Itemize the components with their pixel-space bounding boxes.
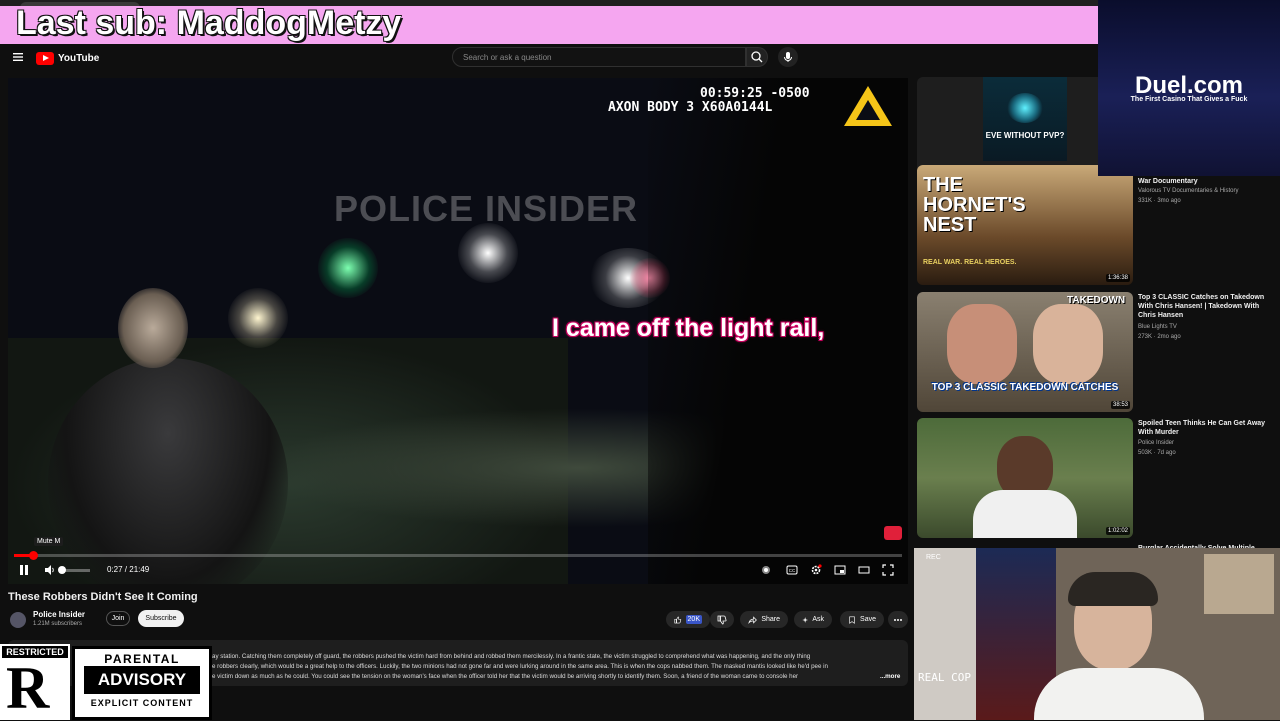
dislike-button[interactable] bbox=[710, 611, 734, 628]
youtube-logo[interactable]: YouTube bbox=[36, 51, 99, 65]
video-caption: I came off the light rail, bbox=[552, 314, 825, 342]
share-label: Share bbox=[761, 616, 780, 623]
join-button[interactable]: Join bbox=[106, 611, 130, 626]
bodycam-device-id: AXON BODY 3 X60A0144L bbox=[608, 100, 773, 115]
search-icon bbox=[751, 51, 763, 63]
webcam-rec-label: REC bbox=[926, 554, 941, 561]
rec-thumbnail-2[interactable]: TAKEDOWN TOP 3 CLASSIC TAKEDOWN CATCHES … bbox=[917, 292, 1133, 412]
rec-thumb-sub-1: REAL WAR. REAL HEROES. bbox=[923, 259, 1017, 266]
miniplayer-icon[interactable] bbox=[834, 564, 846, 576]
ask-label: Ask bbox=[812, 616, 824, 623]
progress-scrubber[interactable] bbox=[29, 551, 38, 560]
rec-title-2[interactable]: Top 3 CLASSIC Catches on Takedown With C… bbox=[1138, 293, 1273, 320]
video-title: These Robbers Didn't See It Coming bbox=[8, 591, 198, 603]
sparkle-icon bbox=[802, 616, 809, 623]
voice-search-button[interactable] bbox=[778, 47, 798, 67]
rec-thumb-title-2: TOP 3 CLASSIC TAKEDOWN CATCHES bbox=[931, 382, 1119, 393]
pause-icon[interactable] bbox=[18, 564, 30, 576]
youtube-logo-text: YouTube bbox=[58, 52, 100, 64]
volume-slider-handle[interactable] bbox=[58, 566, 66, 574]
theater-mode-icon[interactable] bbox=[858, 564, 870, 576]
rec-meta-1: 331K · 3mo ago bbox=[1138, 198, 1181, 204]
rec-channel-2[interactable]: Blue Lights TV bbox=[1138, 323, 1273, 331]
description-line: ay station. Catching them completely off… bbox=[212, 653, 811, 660]
rec-title-3[interactable]: Spoiled Teen Thinks He Can Get Away With… bbox=[1138, 419, 1273, 437]
bodycam-timestamp: 00:59:25 -0500 bbox=[700, 86, 810, 101]
more-horizontal-icon bbox=[894, 618, 902, 621]
channel-name[interactable]: Police Insider bbox=[33, 610, 85, 619]
channel-avatar[interactable] bbox=[10, 612, 26, 628]
description-line: e robbers clearly, which would be a grea… bbox=[212, 663, 828, 670]
svg-text:CC: CC bbox=[789, 568, 796, 573]
channel-watermark-icon[interactable] bbox=[884, 526, 902, 540]
rec-channel-1[interactable]: Valorous TV Documentaries & History bbox=[1138, 187, 1273, 195]
rec-thumbnail-1[interactable]: THE HORNET'S NEST REAL WAR. REAL HEROES.… bbox=[917, 165, 1133, 285]
hamburger-menu-icon[interactable] bbox=[12, 51, 24, 63]
like-button[interactable]: 20K bbox=[666, 611, 710, 628]
progress-bar[interactable] bbox=[14, 554, 902, 557]
subscribe-button[interactable]: Subscribe bbox=[138, 610, 184, 627]
video-duration: 1:02:02 bbox=[1105, 527, 1130, 535]
video-duration: 38:53 bbox=[1110, 401, 1130, 409]
description-line: e victim down as much as he could. You c… bbox=[212, 673, 799, 680]
advisory-bottom-text: EXPLICIT CONTENT bbox=[90, 698, 194, 708]
time-display: 0:27 / 21:49 bbox=[107, 565, 150, 574]
search-input[interactable]: Search or ask a question bbox=[452, 47, 746, 67]
axon-logo-icon bbox=[844, 86, 892, 126]
ask-button[interactable]: Ask bbox=[794, 611, 832, 628]
youtube-play-icon bbox=[36, 51, 54, 65]
channel-subscriber-count: 1.21M subscribers bbox=[33, 621, 83, 627]
advisory-top-text: PARENTAL bbox=[104, 652, 180, 666]
thumbs-down-icon bbox=[717, 615, 727, 624]
save-button[interactable]: Save bbox=[840, 611, 884, 628]
save-label: Save bbox=[860, 616, 876, 623]
video-watermark: POLICE INSIDER bbox=[334, 188, 639, 229]
advisory-mid-text: ADVISORY bbox=[84, 666, 200, 694]
promo-thumb-text: EVE WITHOUT PVP? bbox=[985, 131, 1065, 140]
volume-icon[interactable] bbox=[44, 564, 56, 576]
thumbs-up-icon bbox=[674, 616, 682, 623]
share-button[interactable]: Share bbox=[740, 611, 788, 628]
rating-r-letter: R bbox=[6, 655, 50, 721]
description-more-link[interactable]: ...more bbox=[880, 673, 900, 680]
like-count: 20K bbox=[685, 615, 702, 624]
share-arrow-icon bbox=[748, 615, 757, 624]
search-button[interactable] bbox=[746, 47, 768, 67]
settings-gear-icon[interactable] bbox=[810, 564, 822, 576]
sponsor-tagline: The First Casino That Gives a Fuck bbox=[1130, 96, 1248, 103]
mute-tooltip: Mute M bbox=[34, 537, 64, 546]
captions-icon[interactable]: CC bbox=[786, 564, 798, 576]
fullscreen-icon[interactable] bbox=[882, 564, 894, 576]
rec-thumb-title-1: THE HORNET'S NEST bbox=[923, 174, 1026, 236]
bookmark-icon bbox=[849, 615, 855, 624]
autoplay-toggle-icon[interactable] bbox=[760, 564, 772, 576]
webcam-overlay bbox=[914, 548, 1280, 720]
rec-thumbnail-3[interactable]: 1:02:02 bbox=[917, 418, 1133, 538]
more-actions-button[interactable] bbox=[888, 611, 908, 628]
rec-meta-2: 273K · 2mo ago bbox=[1138, 334, 1181, 340]
video-duration: 1:36:38 bbox=[1105, 274, 1130, 282]
rec-meta-3: 503K · 7d ago bbox=[1138, 450, 1176, 456]
last-sub-text: Last sub: MaddogMetzy bbox=[16, 4, 402, 42]
webcam-real-cop-label: REAL COP bbox=[918, 671, 971, 684]
rec-title-1[interactable]: War Documentary bbox=[1138, 177, 1273, 186]
rec-channel-3[interactable]: Police Insider bbox=[1138, 439, 1273, 447]
microphone-icon bbox=[784, 52, 792, 62]
rec-thumb-sub-2: TAKEDOWN bbox=[1067, 295, 1126, 306]
